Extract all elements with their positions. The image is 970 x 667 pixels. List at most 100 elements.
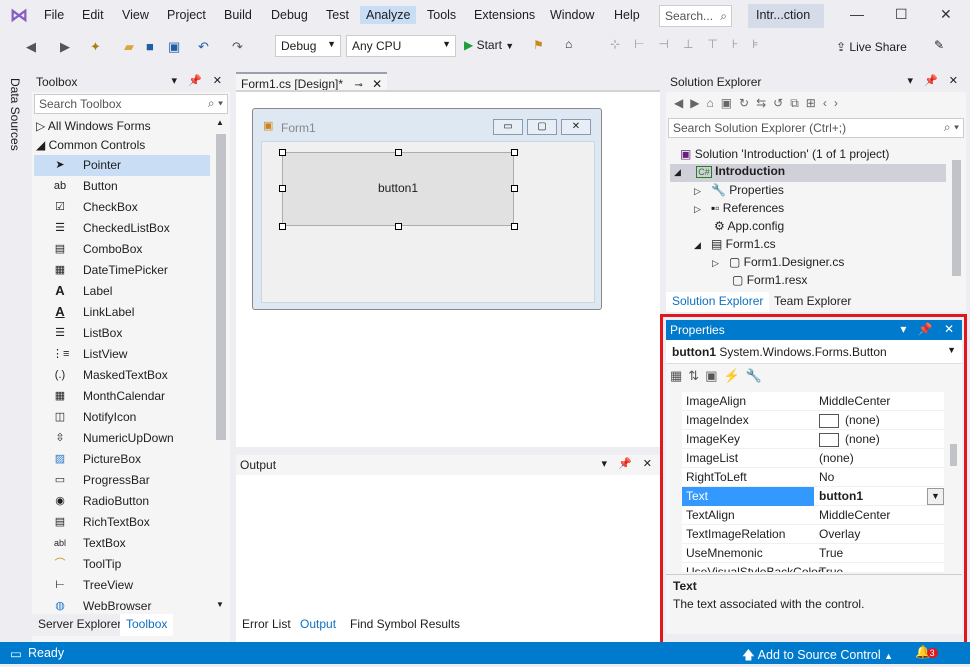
menu-view[interactable]: View — [122, 8, 149, 22]
item-label: MaskedTextBox — [83, 368, 168, 382]
toolbox-item-progressbar[interactable]: ▭ ProgressBar — [34, 470, 210, 491]
vs-logo-icon[interactable]: ⋈ — [10, 5, 28, 26]
solution-toolbar[interactable]: ◀▶⌂▣↻⇆↺⧉⊞‹› — [666, 92, 966, 118]
tree-form1-cs[interactable]: ◢ ▤ Form1.cs — [694, 237, 776, 255]
menu-tools[interactable]: Tools — [427, 8, 456, 22]
undo-icon[interactable]: ↶ — [198, 39, 209, 55]
menu-extensions[interactable]: Extensions — [474, 8, 535, 22]
menu-build[interactable]: Build — [224, 8, 252, 22]
data-sources-tab[interactable]: Data Sources — [8, 78, 22, 151]
browser-icon[interactable]: ⌂ — [565, 37, 572, 51]
config-dropdown[interactable]: Debug ▼ — [275, 35, 341, 57]
menu-window[interactable]: Window — [550, 8, 594, 22]
notification-count: 3 — [926, 648, 938, 658]
toolbox-item-numericupdown[interactable]: ⇳ NumericUpDown — [34, 428, 210, 449]
form1-window[interactable]: ▣ Form1 ▭ ▢ ✕ button1 — [252, 108, 602, 310]
tab-server-explorer[interactable]: Server Explorer — [32, 614, 128, 636]
toolbox-item-checkbox[interactable]: ☑ CheckBox — [34, 197, 210, 218]
tab-toolbox[interactable]: Toolbox — [120, 614, 174, 636]
toolbox-item-button[interactable]: ab Button — [34, 176, 210, 197]
resize-handle[interactable] — [511, 223, 518, 230]
close-icon[interactable]: ✕ — [940, 6, 952, 23]
resize-handle[interactable] — [395, 223, 402, 230]
tree-references[interactable]: ▷ ▪▫ References — [694, 201, 784, 219]
tab-form1-design[interactable]: Form1.cs [Design]* ⊸ ✕ — [236, 72, 388, 92]
resize-handle[interactable] — [395, 149, 402, 156]
group-all-windows-forms[interactable]: ▷ All Windows Forms — [36, 119, 151, 133]
menu-file[interactable]: File — [44, 8, 64, 22]
tab-solution-explorer[interactable]: Solution Explorer — [666, 292, 770, 312]
toolbox-item-pointer[interactable]: ➤ Pointer — [34, 155, 210, 176]
panel-buttons[interactable]: ▾ 📌 ✕ — [907, 74, 962, 87]
toolbox-item-maskedtextbox[interactable]: (.) MaskedTextBox — [34, 365, 210, 386]
tab-error-list[interactable]: Error List — [236, 614, 297, 636]
group-common-controls[interactable]: ◢ Common Controls — [36, 138, 145, 152]
live-share-button[interactable]: ⇪ Live Share — [836, 40, 907, 54]
toolbox-item-linklabel[interactable]: A LinkLabel — [34, 302, 210, 323]
toolbox-item-picturebox[interactable]: ▨ PictureBox — [34, 449, 210, 470]
resize-handle[interactable] — [279, 185, 286, 192]
resize-handle[interactable] — [279, 149, 286, 156]
scroll-up-icon[interactable]: ▲ — [216, 118, 224, 127]
resize-handle[interactable] — [511, 185, 518, 192]
toolbox-item-datetimepicker[interactable]: ▦ DateTimePicker — [34, 260, 210, 281]
hot-reload-icon[interactable]: ⚑ — [533, 38, 544, 52]
form-close-icon: ✕ — [561, 119, 591, 135]
toolbox-item-richtextbox[interactable]: ▤ RichTextBox — [34, 512, 210, 533]
new-project-icon[interactable]: ✦ — [90, 39, 101, 55]
tab-team-explorer[interactable]: Team Explorer — [768, 292, 857, 312]
toolbox-item-radiobutton[interactable]: ◉ RadioButton — [34, 491, 210, 512]
toolbox-item-combobox[interactable]: ▤ ComboBox — [34, 239, 210, 260]
form-client-area[interactable]: button1 — [261, 141, 595, 303]
scroll-down-icon[interactable]: ▼ — [216, 600, 224, 609]
start-button[interactable]: ▶ Start ▼ — [464, 38, 514, 52]
resize-handle[interactable] — [279, 223, 286, 230]
resize-handle[interactable] — [511, 149, 518, 156]
tree-properties[interactable]: ▷ 🔧 Properties — [694, 183, 784, 201]
minimize-icon[interactable]: — — [850, 6, 864, 22]
menu-project[interactable]: Project — [167, 8, 206, 22]
tree-app-config[interactable]: ⚙ App.config — [714, 219, 784, 237]
panel-buttons[interactable]: ▾ 📌 ✕ — [171, 74, 226, 87]
toolbox-item-textbox[interactable]: abl TextBox — [34, 533, 210, 554]
feedback-icon[interactable]: ✎ — [934, 38, 944, 52]
toolbox-item-listview[interactable]: ⋮≡ ListView — [34, 344, 210, 365]
platform-dropdown[interactable]: Any CPU ▼ — [346, 35, 456, 57]
maximize-icon[interactable]: ☐ — [895, 6, 908, 23]
close-icon[interactable]: ✕ — [372, 77, 382, 91]
save-all-icon[interactable]: ▣ — [168, 39, 180, 55]
toolbox-item-notifyicon[interactable]: ◫ NotifyIcon — [34, 407, 210, 428]
forward-icon[interactable]: ▶ — [60, 39, 70, 55]
menu-test[interactable]: Test — [326, 8, 349, 22]
layout-icons[interactable]: ⊹⊢⊣⊥⊤⊦⊧ — [610, 37, 772, 51]
menu-debug[interactable]: Debug — [271, 8, 308, 22]
toolbox-item-tooltip[interactable]: ⌒ ToolTip — [34, 554, 210, 575]
toolbox-item-label[interactable]: A Label — [34, 281, 210, 302]
toolbox-item-treeview[interactable]: ⊢ TreeView — [34, 575, 210, 596]
menu-edit[interactable]: Edit — [82, 8, 104, 22]
open-folder-icon[interactable]: ▰ — [124, 39, 134, 55]
save-icon[interactable]: ■ — [146, 39, 154, 54]
toolbox-item-listbox[interactable]: ☰ ListBox — [34, 323, 210, 344]
tree-form1-resx[interactable]: ▢ Form1.resx — [732, 273, 807, 291]
solution-search[interactable]: Search Solution Explorer (Ctrl+;) ⌕ ▾ — [668, 118, 964, 138]
toolbox-scrollbar-thumb[interactable] — [216, 134, 226, 440]
toolbox-item-monthcalendar[interactable]: ▦ MonthCalendar — [34, 386, 210, 407]
menu-analyze[interactable]: Analyze — [360, 6, 417, 24]
tree-form1-designer[interactable]: ▷ ▢ Form1.Designer.cs — [712, 255, 844, 273]
tree-project[interactable]: ◢ C# Introduction — [670, 164, 946, 182]
radiobutton-icon: ◉ — [55, 495, 65, 507]
tab-output[interactable]: Output — [294, 614, 343, 636]
toolbox-item-checkedlistbox[interactable]: ☰ CheckedListBox — [34, 218, 210, 239]
panel-buttons[interactable]: ▾ 📌 ✕ — [601, 457, 656, 470]
notifications-button[interactable]: 🔔3 — [915, 645, 938, 660]
solution-scrollbar-thumb[interactable] — [952, 160, 961, 276]
redo-icon[interactable]: ↷ — [232, 39, 243, 55]
tab-find-symbol-results[interactable]: Find Symbol Results — [344, 614, 466, 636]
toolbox-search[interactable]: Search Toolbox ⌕ ▾ — [34, 94, 228, 114]
tree-solution[interactable]: ▣ Solution 'Introduction' (1 of 1 projec… — [680, 147, 889, 165]
menu-help[interactable]: Help — [614, 8, 640, 22]
form-button1[interactable]: button1 — [282, 152, 514, 226]
back-icon[interactable]: ◀ — [26, 39, 36, 55]
search-box[interactable]: Search... ⌕ — [659, 5, 732, 27]
